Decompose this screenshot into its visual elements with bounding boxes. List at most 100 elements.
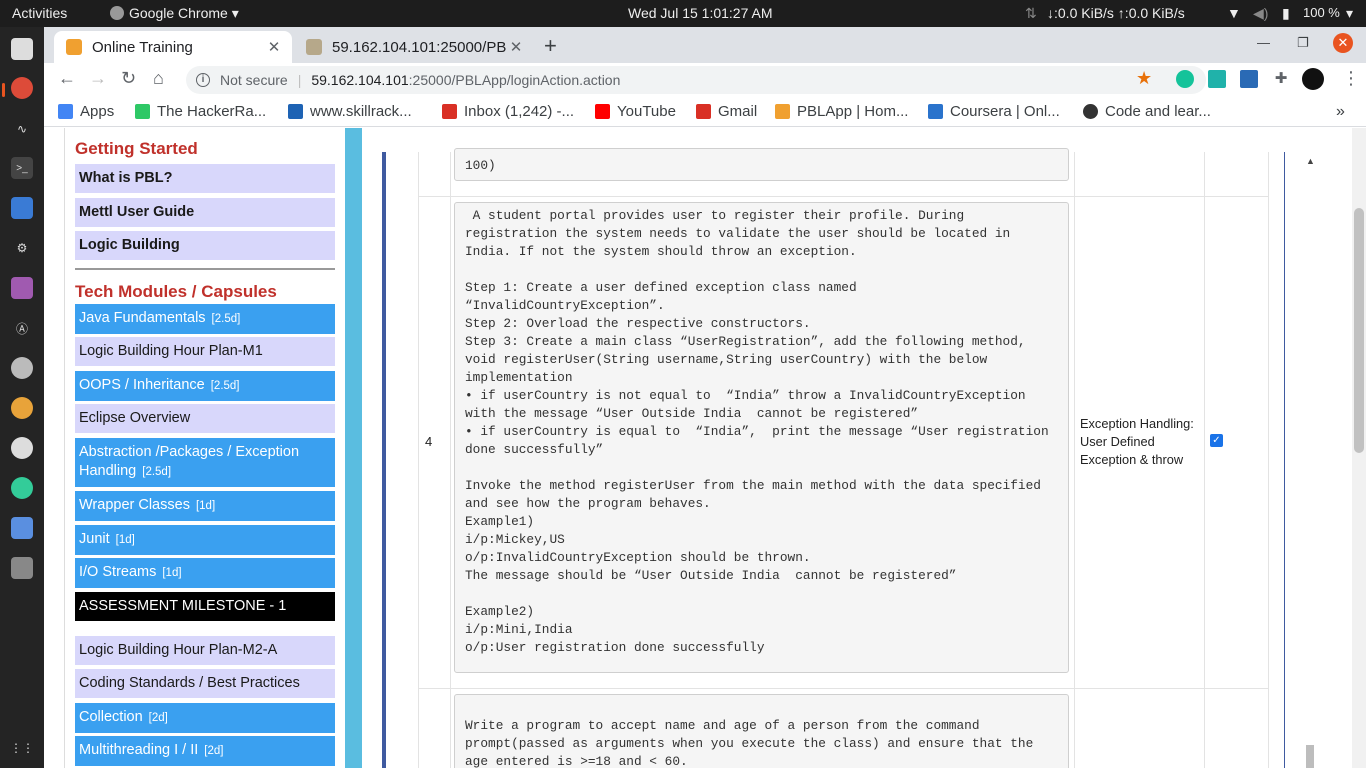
app-icon[interactable]: [11, 437, 33, 459]
home-button[interactable]: ⌂: [153, 68, 164, 89]
scroll-up-arrow-icon[interactable]: ▲: [1306, 156, 1315, 166]
separator: |: [297, 72, 302, 88]
clock[interactable]: Wed Jul 15 1:01:27 AM: [628, 5, 773, 21]
page-scrollbar[interactable]: [1352, 128, 1366, 768]
bookmark-pblapp[interactable]: PBLApp | Hom...: [775, 103, 908, 120]
search-app-icon[interactable]: [11, 357, 33, 379]
terminal-icon[interactable]: >_: [11, 157, 33, 179]
bookmark-label: Coursera | Onl...: [950, 103, 1060, 120]
sidebar-item-junit[interactable]: Junit [1d]: [75, 525, 335, 555]
info-icon[interactable]: i: [196, 73, 210, 87]
sidebar-item-oops-inheritance[interactable]: OOPS / Inheritance [2.5d]: [75, 371, 335, 401]
sidebar-item-logic-building[interactable]: Logic Building: [75, 231, 335, 260]
active-indicator: [2, 83, 5, 97]
bookmark-label: PBLApp | Hom...: [797, 103, 909, 120]
software-icon[interactable]: Ⓐ: [11, 317, 33, 339]
module-duration: [2d]: [148, 712, 168, 724]
tab-online-training[interactable]: Online Training ✕: [54, 31, 292, 63]
extension-icon[interactable]: [1240, 70, 1258, 88]
question-checkbox[interactable]: ✓: [1210, 434, 1223, 447]
sidebar-item-logic-building-m1[interactable]: Logic Building Hour Plan-M1: [75, 337, 335, 366]
activities-button[interactable]: Activities: [12, 5, 67, 21]
sidebar-item-collection[interactable]: Collection [2d]: [75, 703, 335, 733]
more-bookmarks-chevron-icon[interactable]: »: [1336, 103, 1345, 121]
bookmark-apps[interactable]: Apps: [58, 103, 114, 120]
show-apps-grid-icon[interactable]: ⋮⋮: [10, 737, 34, 759]
page-scrollbar-thumb[interactable]: [1354, 208, 1364, 453]
sidebar-item-wrapper-classes[interactable]: Wrapper Classes [1d]: [75, 491, 335, 521]
sidebar-item-coding-standards[interactable]: Coding Standards / Best Practices: [75, 669, 335, 698]
sidebar-item-what-is-pbl[interactable]: What is PBL?: [75, 164, 335, 193]
disk-icon[interactable]: [11, 557, 33, 579]
page-favicon-icon: [306, 39, 322, 55]
bookmark-inbox[interactable]: Inbox (1,242) -...: [442, 103, 574, 120]
module-label: ASSESSMENT MILESTONE - 1: [79, 598, 287, 614]
back-button[interactable]: ←: [58, 68, 76, 89]
table-grid-line: [450, 152, 451, 768]
sidebar-item-multithreading[interactable]: Multithreading I / II [2d]: [75, 736, 335, 766]
profile-avatar[interactable]: [1302, 68, 1324, 90]
sidebar-item-logic-building-m2a[interactable]: Logic Building Hour Plan-M2-A: [75, 636, 335, 665]
content-left-rule: [382, 152, 386, 768]
apps-grid-icon: [58, 104, 73, 119]
forward-button[interactable]: →: [89, 68, 107, 89]
tab-pbl-login[interactable]: 59.162.104.101:25000/PBL ✕: [294, 31, 534, 63]
bookmark-youtube[interactable]: YouTube: [595, 103, 676, 120]
menu-kebab-icon[interactable]: ⋮: [1342, 68, 1360, 89]
files-icon[interactable]: [11, 38, 33, 60]
volume-icon[interactable]: ◀): [1253, 5, 1268, 22]
inner-scrollbar-thumb[interactable]: [1306, 745, 1314, 768]
chevron-down-icon: ▾: [231, 5, 239, 21]
power-menu-chevron-icon[interactable]: ▾: [1346, 5, 1353, 22]
settings-icon[interactable]: ⚙: [11, 237, 33, 259]
skillrack-icon: [288, 104, 303, 119]
screen-recorder-icon[interactable]: [11, 517, 33, 539]
color-picker-icon[interactable]: [11, 397, 33, 419]
sidebar-item-io-streams[interactable]: I/O Streams [1d]: [75, 558, 335, 588]
reload-button[interactable]: ↻: [121, 68, 136, 89]
table-row-divider: [418, 688, 1268, 689]
youtube-icon: [595, 104, 610, 119]
address-bar[interactable]: i Not secure | 59.162.104.101:25000/PBLA…: [186, 66, 1206, 94]
browser-toolbar: ← → ↻ ⌂ i Not secure | 59.162.104.101:25…: [44, 63, 1366, 96]
sidebar-item-assessment-milestone-1[interactable]: ASSESSMENT MILESTONE - 1: [75, 592, 335, 621]
sidebar-item-java-fundamentals[interactable]: Java Fundamentals [2.5d]: [75, 304, 335, 334]
extensions-puzzle-icon[interactable]: ✚: [1272, 70, 1290, 88]
bookmark-star-icon[interactable]: ★: [1136, 68, 1152, 89]
maximize-button[interactable]: ❐: [1297, 35, 1309, 51]
module-label: Java Fundamentals: [79, 310, 206, 326]
chrome-icon: [110, 6, 124, 20]
getting-started-heading: Getting Started: [75, 139, 198, 158]
screenshot-icon[interactable]: [11, 197, 33, 219]
close-tab-icon[interactable]: ✕: [506, 38, 526, 56]
pblapp-favicon-icon: [66, 39, 82, 55]
bookmarks-bar: Apps The HackerRa... www.skillrack... In…: [44, 96, 1366, 127]
table-grid-line: [1204, 152, 1205, 768]
bookmark-hackerrank[interactable]: The HackerRa...: [135, 103, 266, 120]
tweaks-icon[interactable]: [11, 277, 33, 299]
app-menu[interactable]: Google Chrome ▾: [110, 5, 239, 22]
network-app-icon[interactable]: [11, 477, 33, 499]
module-duration: [1d]: [162, 567, 182, 579]
sidebar-item-abstraction-packages[interactable]: Abstraction /Packages / Exception Handli…: [75, 438, 335, 487]
extension-play-icon[interactable]: [1208, 70, 1226, 88]
minimize-button[interactable]: —: [1257, 35, 1270, 50]
new-tab-button[interactable]: +: [544, 33, 557, 59]
close-tab-icon[interactable]: ✕: [264, 38, 284, 56]
hackerrank-icon: [135, 104, 150, 119]
sidebar-item-eclipse-overview[interactable]: Eclipse Overview: [75, 404, 335, 433]
gmail-icon: [696, 104, 711, 119]
module-label: Wrapper Classes: [79, 497, 190, 513]
close-window-button[interactable]: ✕: [1333, 33, 1353, 53]
sidebar-item-mettl-user-guide[interactable]: Mettl User Guide: [75, 198, 335, 227]
bookmark-label: www.skillrack...: [310, 103, 412, 120]
wifi-icon[interactable]: ▼: [1227, 5, 1241, 21]
bookmark-skillrack[interactable]: www.skillrack...: [288, 103, 412, 120]
battery-icon[interactable]: ▮: [1282, 5, 1290, 22]
bookmark-gmail[interactable]: Gmail: [696, 103, 757, 120]
bookmark-code-and-learn[interactable]: Code and lear...: [1083, 103, 1211, 120]
grammarly-icon[interactable]: [1176, 70, 1194, 88]
chrome-dock-icon[interactable]: [11, 77, 33, 99]
bookmark-coursera[interactable]: Coursera | Onl...: [928, 103, 1060, 120]
system-monitor-icon[interactable]: ∿: [11, 118, 33, 140]
